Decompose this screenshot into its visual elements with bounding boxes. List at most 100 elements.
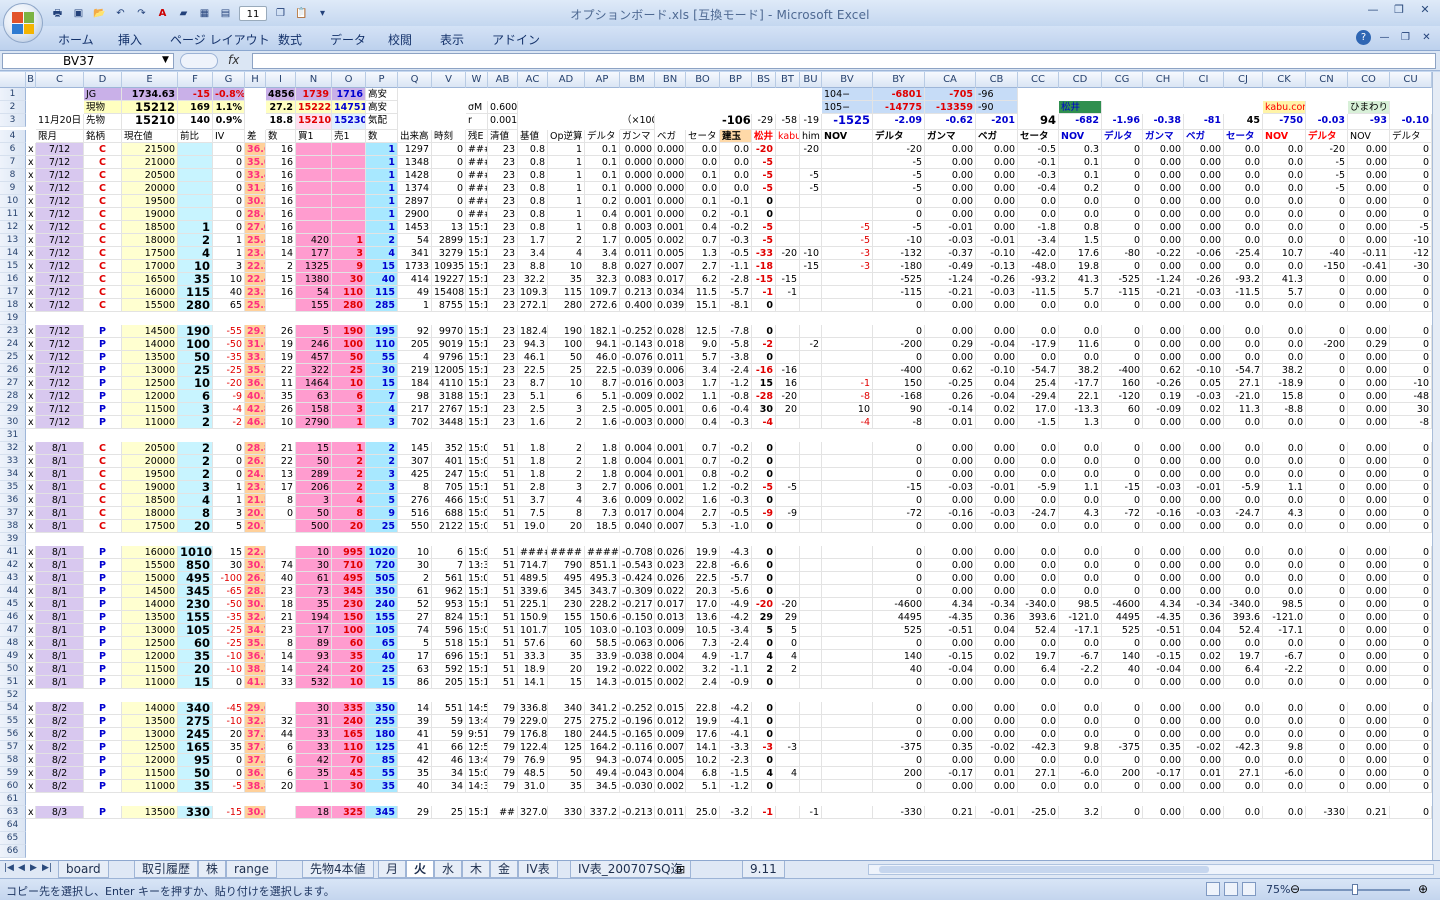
cell[interactable]: -15 [873,481,925,494]
cell[interactable]: 0.0 [1263,494,1306,507]
cell[interactable]: 30.3 [245,598,266,611]
cell[interactable]: 245 [178,728,213,741]
cell[interactable]: -93 [1348,114,1390,130]
cell[interactable]: x [26,169,36,182]
formula-bar-expand-icon[interactable] [180,53,218,69]
cell[interactable]: デルタ [585,130,620,143]
cell[interactable]: 0 [1390,806,1432,819]
cell[interactable]: 350 [366,585,398,598]
row-number[interactable]: 24 [0,338,26,351]
cell[interactable]: 0 [213,221,245,234]
cell[interactable] [822,494,873,507]
cell[interactable]: 30.0 [245,806,266,819]
cell[interactable]: 0 [873,715,925,728]
cell[interactable]: 0 [1102,637,1143,650]
cell[interactable]: 50 [296,507,332,520]
cell[interactable]: -0.17 [1143,767,1184,780]
cell[interactable]: 売1 [332,130,366,143]
cell[interactable]: 2 [548,468,585,481]
cell[interactable] [776,546,800,559]
cell[interactable]: 0.00 [925,494,976,507]
cell[interactable]: ベガ [655,130,686,143]
cell[interactable]: 31.0 [518,780,548,793]
cell[interactable]: 0.0 [1059,728,1102,741]
cell[interactable]: 0 [1102,754,1143,767]
cell[interactable]: 22.1 [1059,390,1102,403]
cell[interactable]: 0.00 [976,520,1018,533]
column-header[interactable]: BV [822,72,873,88]
cell[interactable]: 3 [178,481,213,494]
cell[interactable]: 0.0 [1263,208,1306,221]
cell[interactable]: 155 [296,299,332,312]
cell[interactable] [178,182,213,195]
cell[interactable]: 15:10 [466,403,488,416]
cell[interactable]: -8.8 [1263,403,1306,416]
cell[interactable]: 22 [266,364,296,377]
row-number[interactable]: 57 [0,741,26,754]
cell[interactable]: 0.00 [1348,728,1390,741]
cell[interactable]: 122.4 [518,741,548,754]
cell[interactable]: #### [466,195,488,208]
cell[interactable] [800,481,822,494]
cell[interactable]: 2 [178,234,213,247]
cell[interactable]: 457 [296,351,332,364]
cell[interactable]: -0.3 [720,416,752,429]
cell[interactable]: 1.8 [518,455,548,468]
cell[interactable]: 9 [366,507,398,520]
cell[interactable] [776,416,800,429]
cell[interactable]: x [26,650,36,663]
cell[interactable]: 0.0 [1263,455,1306,468]
cell[interactable]: 0 [1102,299,1143,312]
cell[interactable]: 190 [332,325,366,338]
cell[interactable]: 5 [752,624,776,637]
cell[interactable]: 0 [213,156,245,169]
cell[interactable]: 195 [366,325,398,338]
cell[interactable]: 4 [398,351,432,364]
cell[interactable]: 0 [1390,494,1432,507]
cell[interactable]: 0.00 [1184,260,1224,273]
cell[interactable]: 9970 [432,325,466,338]
cell[interactable]: 0.0 [1224,260,1263,273]
cell[interactable]: 0.4 [686,416,720,429]
cell[interactable]: 55 [366,767,398,780]
column-header[interactable]: CK [1263,72,1306,88]
cell[interactable]: 0.0 [720,156,752,169]
cell[interactable]: 95 [548,754,585,767]
cell[interactable]: 23 [488,208,518,221]
cell[interactable]: 高安 [366,88,398,101]
cell[interactable]: 15 [366,260,398,273]
cell[interactable]: 0.04 [976,377,1018,390]
cell[interactable]: 8/1 [36,442,84,455]
cell[interactable]: 0.400 [620,299,655,312]
cell[interactable]: 33 [296,728,332,741]
cell[interactable]: 0 [213,442,245,455]
cell[interactable]: 0.1 [1059,169,1102,182]
cell[interactable]: 10935 [432,260,466,273]
cell[interactable] [822,546,873,559]
cell[interactable]: 16 [266,156,296,169]
cell[interactable] [822,676,873,689]
cell[interactable]: 0.017 [655,598,686,611]
cell[interactable]: 4495 [1102,611,1143,624]
cell[interactable]: 0.004 [655,507,686,520]
cell[interactable]: 51 [488,598,518,611]
cell[interactable]: 4495 [873,611,925,624]
cell[interactable]: 0.0 [1224,338,1263,351]
cell[interactable]: 307 [398,455,432,468]
cell[interactable]: -0.03 [925,234,976,247]
cell[interactable]: 8/2 [36,741,84,754]
tab-addins[interactable]: アドイン [492,31,540,48]
office-button[interactable] [3,3,43,43]
cell[interactable]: 18500 [122,494,178,507]
cell[interactable]: 0.005 [620,234,655,247]
cell[interactable]: 0.36 [1184,611,1224,624]
row-number[interactable]: 47 [0,624,26,637]
cell[interactable]: 40 [1102,663,1143,676]
cell[interactable]: 0.62 [925,364,976,377]
cell[interactable]: 0.0 [1224,156,1263,169]
cell[interactable]: 7/12 [36,156,84,169]
cell[interactable] [800,364,822,377]
cell[interactable]: 65 [213,299,245,312]
cell[interactable]: 89 [296,637,332,650]
cell[interactable]: 3.6 [585,494,620,507]
